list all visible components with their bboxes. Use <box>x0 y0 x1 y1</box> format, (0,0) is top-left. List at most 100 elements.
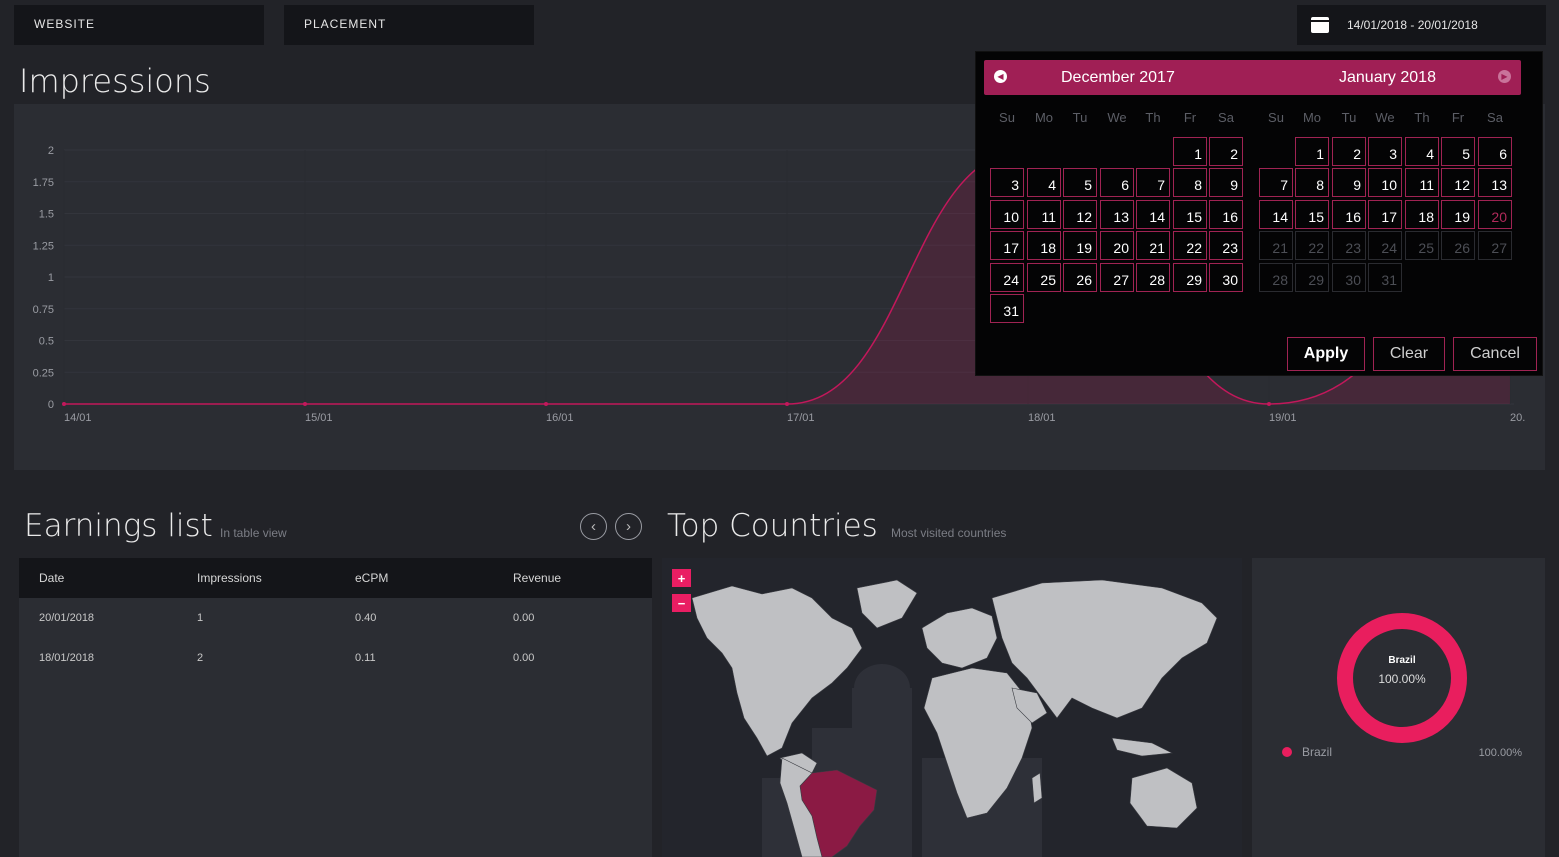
calendar-day[interactable]: 17 <box>1368 200 1402 229</box>
zoom-in-button[interactable]: + <box>672 569 691 587</box>
y-tick-label: 0 <box>48 399 54 411</box>
countries-donut-panel: Brazil 100.00% Brazil 100.00% <box>1252 558 1545 857</box>
calendar-day[interactable]: 13 <box>1478 168 1512 197</box>
calendar-day[interactable]: 14 <box>1136 200 1170 229</box>
left-month-title: December 2017 <box>1061 69 1175 86</box>
impressions-title: Impressions <box>19 62 211 100</box>
table-row: 20/01/2018 1 0.40 0.00 <box>19 598 652 638</box>
website-filter[interactable]: WEBSITE <box>14 5 264 45</box>
weekday-label: Sa <box>1487 110 1503 125</box>
calendar-day[interactable]: 6 <box>1100 168 1134 197</box>
calendar-day[interactable]: 12 <box>1441 168 1475 197</box>
zoom-out-button[interactable]: − <box>672 594 691 612</box>
weekday-label: Sa <box>1218 110 1234 125</box>
calendar-day[interactable]: 11 <box>1405 168 1439 197</box>
calendar-day[interactable]: 14 <box>1259 200 1293 229</box>
date-range-picker[interactable]: 14/01/2018 - 20/01/2018 <box>1297 5 1546 45</box>
data-point <box>303 402 307 406</box>
calendar-day[interactable]: 5 <box>1441 137 1475 166</box>
calendar-day[interactable]: 11 <box>1027 200 1061 229</box>
calendar-day[interactable]: 5 <box>1063 168 1097 197</box>
date-range-value: 14/01/2018 - 20/01/2018 <box>1347 18 1478 32</box>
data-point <box>62 402 66 406</box>
calendar-day[interactable]: 9 <box>1332 168 1366 197</box>
calendar-day[interactable]: 25 <box>1027 263 1061 292</box>
calendar-day[interactable]: 8 <box>1173 168 1207 197</box>
prev-month-button[interactable]: ◀ <box>994 70 1007 83</box>
calendar-day[interactable]: 12 <box>1063 200 1097 229</box>
calendar-day: 30 <box>1332 263 1366 292</box>
calendar-day[interactable]: 16 <box>1332 200 1366 229</box>
y-tick-label: 1.25 <box>33 240 54 252</box>
cell-ecpm: 0.11 <box>355 652 376 664</box>
weekday-label: Tu <box>1341 110 1357 125</box>
y-tick-label: 1.75 <box>33 177 54 189</box>
calendar-day[interactable]: 28 <box>1136 263 1170 292</box>
calendar-day[interactable]: 16 <box>1209 200 1243 229</box>
cell-ecpm: 0.40 <box>355 612 377 624</box>
calendar-day[interactable]: 17 <box>990 231 1024 260</box>
column-header-revenue: Revenue <box>493 558 652 598</box>
calendar-day[interactable]: 4 <box>1027 168 1061 197</box>
column-header-date: Date <box>19 558 177 598</box>
x-tick-label: 19/01 <box>1269 412 1297 424</box>
column-header-impressions: Impressions <box>177 558 335 598</box>
calendar-day[interactable]: 10 <box>1368 168 1402 197</box>
calendar-day[interactable]: 18 <box>1027 231 1061 260</box>
calendar-day[interactable]: 9 <box>1209 168 1243 197</box>
earnings-table: Date Impressions eCPM Revenue 20/01/2018… <box>19 558 652 857</box>
weekday-label: Mo <box>1034 110 1054 125</box>
calendar-day[interactable]: 24 <box>990 263 1024 292</box>
cell-date: 20/01/2018 <box>39 612 95 624</box>
calendar-day[interactable]: 7 <box>1136 168 1170 197</box>
legend-dot-brazil <box>1282 747 1292 757</box>
clear-button[interactable]: Clear <box>1373 337 1445 371</box>
calendar-day[interactable]: 4 <box>1405 137 1439 166</box>
calendar-day[interactable]: 18 <box>1405 200 1439 229</box>
calendar-day[interactable]: 30 <box>1209 263 1243 292</box>
calendar-day[interactable]: 10 <box>990 200 1024 229</box>
arrow-left-icon: ◀ <box>997 72 1004 81</box>
calendar-day[interactable]: 13 <box>1100 200 1134 229</box>
placement-filter[interactable]: PLACEMENT <box>284 5 534 45</box>
calendar-day[interactable]: 20 <box>1478 200 1512 229</box>
calendar-day[interactable]: 15 <box>1173 200 1207 229</box>
calendar-day[interactable]: 7 <box>1259 168 1293 197</box>
calendar-day: 31 <box>1368 263 1402 292</box>
calendar-day[interactable]: 2 <box>1209 137 1243 166</box>
calendar-day[interactable]: 1 <box>1173 137 1207 166</box>
calendar-day[interactable]: 6 <box>1478 137 1512 166</box>
x-tick-label: 18/01 <box>1028 412 1056 424</box>
calendar-day[interactable]: 2 <box>1332 137 1366 166</box>
data-point <box>1267 402 1271 406</box>
calendar-day[interactable]: 23 <box>1209 231 1243 260</box>
y-tick-label: 2 <box>48 145 54 157</box>
calendar-day[interactable]: 19 <box>1063 231 1097 260</box>
calendar-day[interactable]: 20 <box>1100 231 1134 260</box>
calendar-day[interactable]: 19 <box>1441 200 1475 229</box>
cancel-button[interactable]: Cancel <box>1453 337 1537 371</box>
calendar-day[interactable]: 15 <box>1295 200 1329 229</box>
next-month-button[interactable]: ▶ <box>1498 70 1511 83</box>
calendar-day[interactable]: 3 <box>990 168 1024 197</box>
calendar-day[interactable]: 3 <box>1368 137 1402 166</box>
x-tick-label: 16/01 <box>546 412 574 424</box>
weekday-label: We <box>1375 110 1395 125</box>
calendar-day[interactable]: 22 <box>1173 231 1207 260</box>
calendar-day: 29 <box>1295 263 1329 292</box>
world-map[interactable]: + − <box>662 558 1242 857</box>
prev-page-button[interactable]: ‹ <box>580 513 607 540</box>
apply-button[interactable]: Apply <box>1287 337 1365 371</box>
calendar-day[interactable]: 27 <box>1100 263 1134 292</box>
calendar-day[interactable]: 8 <box>1295 168 1329 197</box>
weekday-label: Mo <box>1302 110 1322 125</box>
calendar-day[interactable]: 31 <box>990 294 1024 323</box>
next-page-button[interactable]: › <box>615 513 642 540</box>
y-tick-label: 0.25 <box>33 367 54 379</box>
calendar-day[interactable]: 21 <box>1136 231 1170 260</box>
weekday-label: Su <box>999 110 1015 125</box>
calendar-day[interactable]: 26 <box>1063 263 1097 292</box>
x-tick-label: 20. <box>1510 412 1525 424</box>
calendar-day[interactable]: 1 <box>1295 137 1329 166</box>
calendar-day[interactable]: 29 <box>1173 263 1207 292</box>
